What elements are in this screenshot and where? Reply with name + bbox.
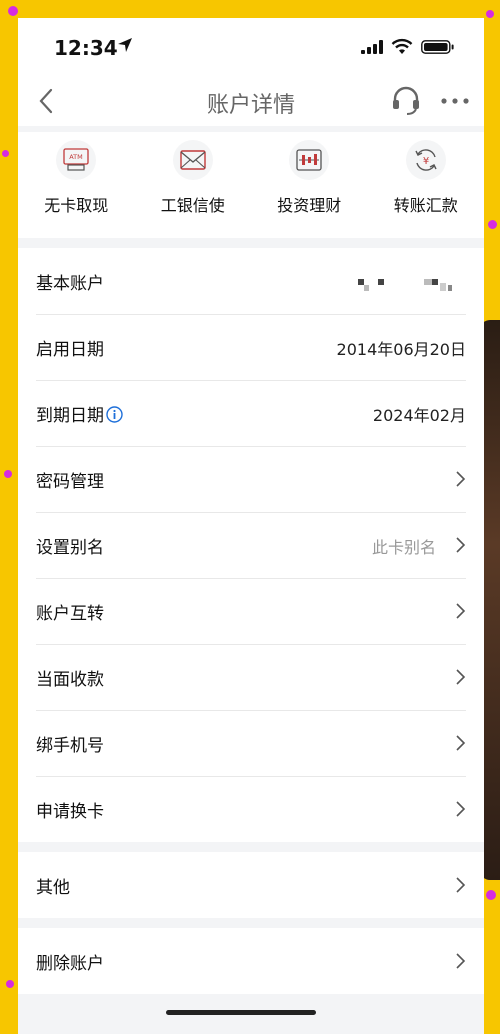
navigation-bar: 账户详情: [18, 78, 484, 126]
info-icon[interactable]: [106, 406, 123, 423]
activation-date-value: 2014年06月20日: [336, 340, 466, 359]
wifi-icon: [391, 38, 413, 54]
expiry-date-row: 到期日期 2024年02月: [18, 380, 484, 446]
basic-account-row: 基本账户: [18, 248, 484, 314]
masked-digits-icon: [358, 279, 452, 291]
quick-action-label: 工银信使: [160, 196, 225, 215]
background-dot: [2, 150, 9, 157]
chevron-right-icon: [456, 471, 466, 487]
set-alias-row[interactable]: 设置别名 此卡别名: [18, 512, 484, 578]
expiry-date-label: 到期日期: [36, 406, 104, 426]
quick-action-cardless-withdrawal[interactable]: ATM 无卡取现: [18, 132, 135, 238]
customer-service-headset-icon[interactable]: [390, 84, 422, 116]
background-dot: [486, 10, 494, 18]
alias-hint: 此卡别名: [371, 538, 436, 557]
atm-icon: ATM: [63, 148, 89, 171]
basic-account-label: 基本账户: [36, 274, 104, 294]
status-bar: 12:34: [18, 18, 484, 78]
quick-action-transfer[interactable]: ¥ 转账汇款: [368, 132, 485, 238]
replace-card-row[interactable]: 申请换卡: [18, 776, 484, 842]
envelope-icon: [180, 150, 206, 170]
chevron-right-icon: [456, 735, 466, 751]
quick-action-investment[interactable]: 投资理财: [251, 132, 368, 238]
bind-phone-row[interactable]: 绑手机号: [18, 710, 484, 776]
quick-action-label: 转账汇款: [393, 196, 458, 215]
account-transfer-label: 账户互转: [36, 604, 104, 624]
quick-actions: ATM 无卡取现 工银信使 投资理财 ¥ 转账汇款: [18, 132, 484, 238]
password-management-label: 密码管理: [36, 472, 104, 492]
background-dot: [8, 6, 18, 16]
more-options-icon[interactable]: [440, 96, 470, 106]
home-indicator: [166, 1010, 316, 1015]
transfer-icon: ¥: [415, 149, 437, 171]
signal-icon: [361, 40, 383, 54]
quick-action-icon-bg: [172, 140, 213, 180]
expiry-date-label-wrap: 到期日期: [36, 401, 123, 426]
quick-action-icon-bg: ¥: [405, 140, 446, 180]
chevron-right-icon: [456, 603, 466, 619]
location-arrow-icon: [118, 38, 132, 52]
status-time: 12:34: [54, 36, 118, 60]
face-to-face-collect-label: 当面收款: [36, 670, 104, 690]
atm-icon-text: ATM: [69, 153, 83, 161]
chevron-right-icon: [456, 669, 466, 685]
delete-account-row[interactable]: 删除账户: [18, 928, 484, 994]
battery-icon: [421, 40, 454, 54]
background-dot: [4, 470, 12, 478]
bind-phone-label: 绑手机号: [36, 736, 104, 756]
yuan-symbol: ¥: [423, 156, 429, 167]
invest-icon: [296, 149, 322, 171]
chevron-right-icon: [456, 801, 466, 817]
password-management-row[interactable]: 密码管理: [18, 446, 484, 512]
phone-screen: 12:34 账户详情 ATM 无卡取现 工银信使 投资理财 ¥ 转账汇款 基本账…: [18, 18, 484, 1034]
replace-card-label: 申请换卡: [36, 802, 104, 822]
face-to-face-collect-row[interactable]: 当面收款: [18, 644, 484, 710]
account-transfer-row[interactable]: 账户互转: [18, 578, 484, 644]
background-dot: [486, 890, 496, 900]
quick-action-icon-bg: ATM: [56, 140, 97, 180]
other-label: 其他: [36, 878, 70, 898]
other-section: 其他: [18, 852, 484, 918]
set-alias-label: 设置别名: [36, 538, 104, 558]
quick-action-icon-bg: [289, 140, 330, 180]
account-details-list: 基本账户 启用日期 2014年06月20日 到期日期 2024年02月 密码管理…: [18, 248, 484, 842]
delete-section: 删除账户: [18, 928, 484, 994]
expiry-date-value: 2024年02月: [372, 406, 466, 425]
quick-action-label: 无卡取现: [44, 196, 109, 215]
activation-date-row: 启用日期 2014年06月20日: [18, 314, 484, 380]
masked-account-number: [356, 278, 466, 291]
activation-date-label: 启用日期: [36, 340, 104, 360]
other-row[interactable]: 其他: [18, 852, 484, 918]
quick-action-label: 投资理财: [277, 196, 342, 215]
chevron-right-icon: [456, 537, 466, 553]
background-dot: [488, 220, 497, 229]
background-dot: [6, 980, 14, 988]
chevron-right-icon: [456, 953, 466, 969]
quick-action-icbc-messenger[interactable]: 工银信使: [135, 132, 252, 238]
delete-account-label: 删除账户: [36, 954, 104, 974]
chevron-right-icon: [456, 877, 466, 893]
